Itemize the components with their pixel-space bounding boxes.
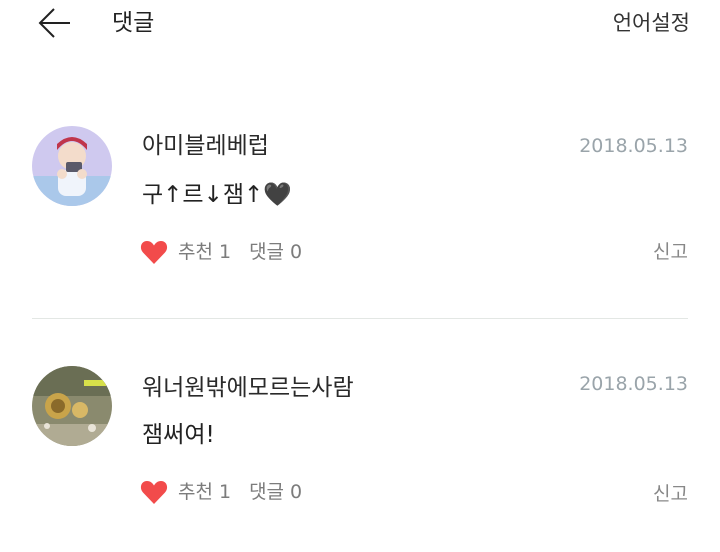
comment-text: 잼써여! bbox=[142, 422, 215, 448]
reply-button[interactable]: 댓글 0 bbox=[249, 238, 302, 266]
like-button[interactable]: 추천 1 bbox=[140, 478, 231, 506]
page-title: 댓글 bbox=[112, 10, 155, 36]
comment-actions: 추천 1 댓글 0 bbox=[140, 476, 302, 508]
reply-count: 0 bbox=[290, 481, 303, 503]
arrow-left-icon bbox=[38, 8, 70, 38]
comment-date: 2018.05.13 bbox=[579, 373, 688, 395]
reply-label: 댓글 bbox=[249, 241, 285, 263]
comment-author[interactable]: 아미블레베럽 bbox=[142, 130, 269, 162]
report-button[interactable]: 신고 bbox=[653, 480, 688, 508]
like-button[interactable]: 추천 1 bbox=[140, 238, 231, 266]
avatar[interactable] bbox=[32, 366, 112, 446]
language-settings-button[interactable]: 언어설정 bbox=[613, 8, 690, 38]
avatar[interactable] bbox=[32, 126, 112, 206]
top-bar: 댓글 언어설정 bbox=[0, 0, 720, 56]
heart-icon bbox=[140, 481, 168, 504]
like-label: 추천 bbox=[178, 241, 213, 263]
comment-date: 2018.05.13 bbox=[579, 135, 688, 157]
like-count: 1 bbox=[218, 481, 232, 503]
reply-button[interactable]: 댓글 0 bbox=[249, 478, 302, 506]
comment-item: 워너원밖에모르는사람 2018.05.13 잼써여! 추천 1 댓글 0 신고 bbox=[0, 352, 720, 552]
comment-item: 아미블레베럽 2018.05.13 구↑르↓잼↑🖤 추천 1 댓글 0 신고 bbox=[0, 110, 720, 310]
heart-icon bbox=[140, 241, 168, 264]
comment-author[interactable]: 워너원밖에모르는사람 bbox=[142, 372, 354, 404]
comment-text: 구↑르↓잼↑🖤 bbox=[142, 182, 292, 208]
reply-count: 0 bbox=[290, 241, 303, 263]
divider bbox=[32, 318, 688, 319]
reply-label: 댓글 bbox=[249, 481, 285, 503]
comment-actions: 추천 1 댓글 0 bbox=[140, 236, 302, 268]
like-count: 1 bbox=[218, 241, 232, 263]
back-button[interactable] bbox=[36, 4, 76, 44]
like-label: 추천 bbox=[178, 481, 213, 503]
report-button[interactable]: 신고 bbox=[653, 238, 688, 266]
